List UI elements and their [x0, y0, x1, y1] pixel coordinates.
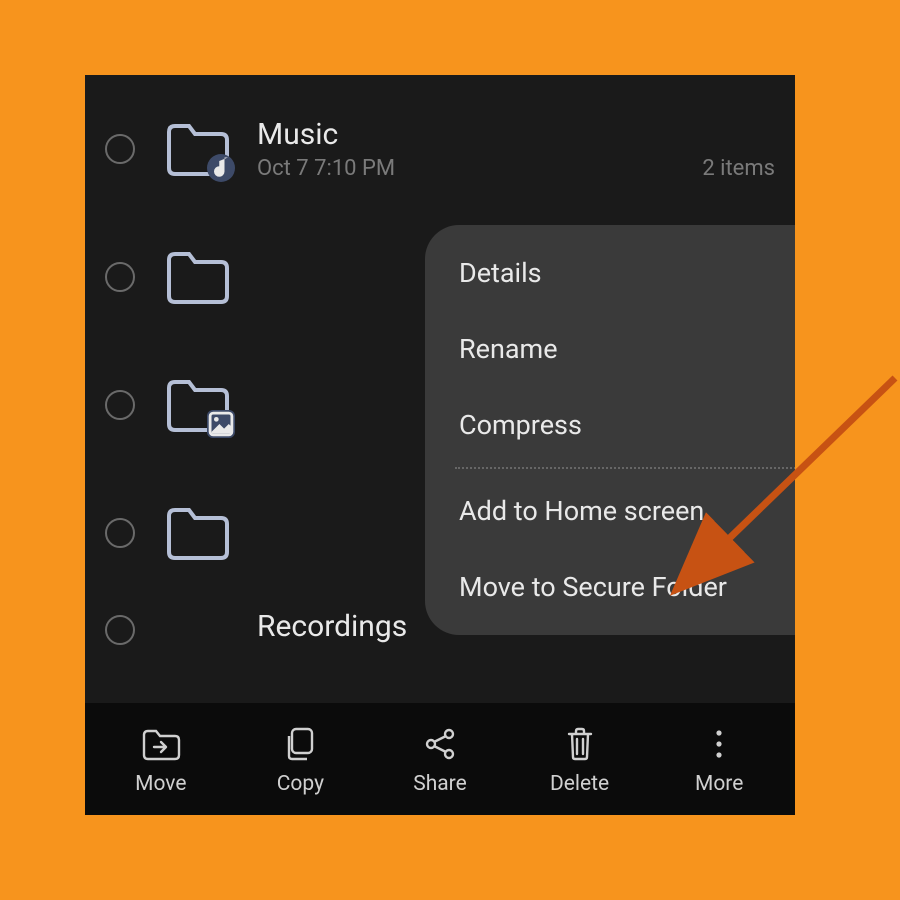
- move-icon: [141, 722, 181, 766]
- phone-screen: Music Oct 7 7:10 PM 2 items: [85, 75, 795, 815]
- music-note-icon: [207, 154, 235, 182]
- button-label: Share: [413, 772, 467, 796]
- folder-icon: [165, 250, 229, 304]
- copy-button[interactable]: Copy: [231, 722, 371, 796]
- delete-button[interactable]: Delete: [510, 722, 650, 796]
- folder-icon: [165, 378, 229, 432]
- copy-icon: [283, 722, 317, 766]
- checkbox-icon[interactable]: [105, 615, 135, 645]
- menu-item-secure-folder[interactable]: Move to Secure Folder: [425, 549, 795, 625]
- folder-icon: [165, 122, 229, 176]
- bottom-action-bar: Move Copy Share Delete More: [85, 703, 795, 815]
- menu-item-add-home[interactable]: Add to Home screen: [425, 473, 795, 549]
- button-label: Move: [135, 772, 186, 796]
- checkbox-icon[interactable]: [105, 518, 135, 548]
- file-date: Oct 7 7:10 PM: [257, 156, 395, 181]
- share-icon: [422, 722, 458, 766]
- button-label: More: [695, 772, 743, 796]
- button-label: Delete: [550, 772, 609, 796]
- share-button[interactable]: Share: [370, 722, 510, 796]
- move-button[interactable]: Move: [91, 722, 231, 796]
- menu-divider: [455, 467, 795, 469]
- checkbox-icon[interactable]: [105, 390, 135, 420]
- picture-icon: [207, 410, 235, 438]
- button-label: Copy: [277, 772, 324, 796]
- more-vertical-icon: [714, 722, 724, 766]
- menu-item-rename[interactable]: Rename: [425, 311, 795, 387]
- menu-item-compress[interactable]: Compress: [425, 387, 795, 463]
- more-button[interactable]: More: [649, 722, 789, 796]
- context-menu: Details Rename Compress Add to Home scre…: [425, 225, 795, 635]
- menu-item-details[interactable]: Details: [425, 235, 795, 311]
- trash-icon: [564, 722, 596, 766]
- checkbox-icon[interactable]: [105, 262, 135, 292]
- file-count: 2 items: [702, 156, 775, 181]
- file-info: Music Oct 7 7:10 PM 2 items: [257, 117, 775, 181]
- checkbox-icon[interactable]: [105, 134, 135, 164]
- folder-icon: [165, 506, 229, 560]
- file-name: Music: [257, 117, 775, 152]
- file-item-music[interactable]: Music Oct 7 7:10 PM 2 items: [85, 85, 795, 213]
